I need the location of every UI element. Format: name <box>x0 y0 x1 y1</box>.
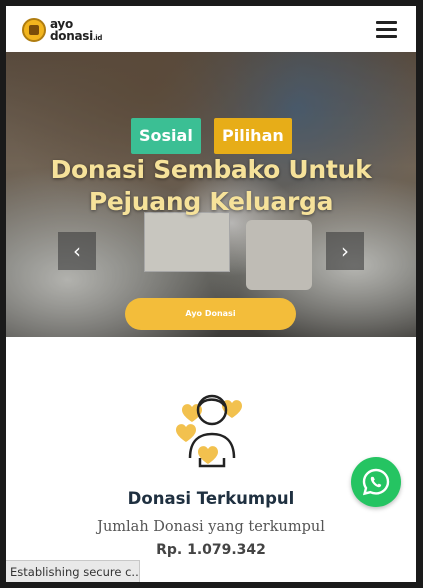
site-logo[interactable]: ayo donasi.id <box>22 15 102 45</box>
category-tag-pilihan[interactable]: Pilihan <box>214 118 292 154</box>
chevron-left-icon: ‹ <box>73 239 81 263</box>
donation-subtitle: Jumlah Donasi yang terkumpul <box>97 519 325 535</box>
hero-title-line2: Pejuang Keluarga <box>88 187 334 216</box>
hero-title: Donasi Sembako Untuk Pejuang Keluarga <box>6 154 416 218</box>
carousel-next-button[interactable]: › <box>326 232 364 270</box>
category-tag-sosial[interactable]: Sosial <box>131 118 201 154</box>
browser-status-bar: Establishing secure c... <box>6 560 140 582</box>
hero-title-line1: Donasi Sembako Untuk <box>50 155 372 184</box>
site-header: ayo donasi.id <box>6 6 416 52</box>
whatsapp-icon <box>362 468 390 496</box>
page: ayo donasi.id Sosial Pilihan Donasi Semb… <box>6 6 416 582</box>
donation-amount: Rp. 1.079.342 <box>156 542 266 558</box>
donor-hearts-icon <box>176 394 242 468</box>
chevron-right-icon: › <box>341 239 349 263</box>
hero-carousel[interactable]: Sosial Pilihan Donasi Sembako Untuk Peju… <box>6 52 416 337</box>
logo-icon <box>22 18 46 42</box>
logo-suffix: .id <box>92 33 103 42</box>
ayo-donasi-button[interactable]: Ayo Donasi <box>125 298 296 330</box>
whatsapp-button[interactable] <box>351 457 401 507</box>
hamburger-menu-icon[interactable] <box>376 21 397 38</box>
logo-text-bottom: donasi <box>50 28 93 43</box>
carousel-prev-button[interactable]: ‹ <box>58 232 96 270</box>
